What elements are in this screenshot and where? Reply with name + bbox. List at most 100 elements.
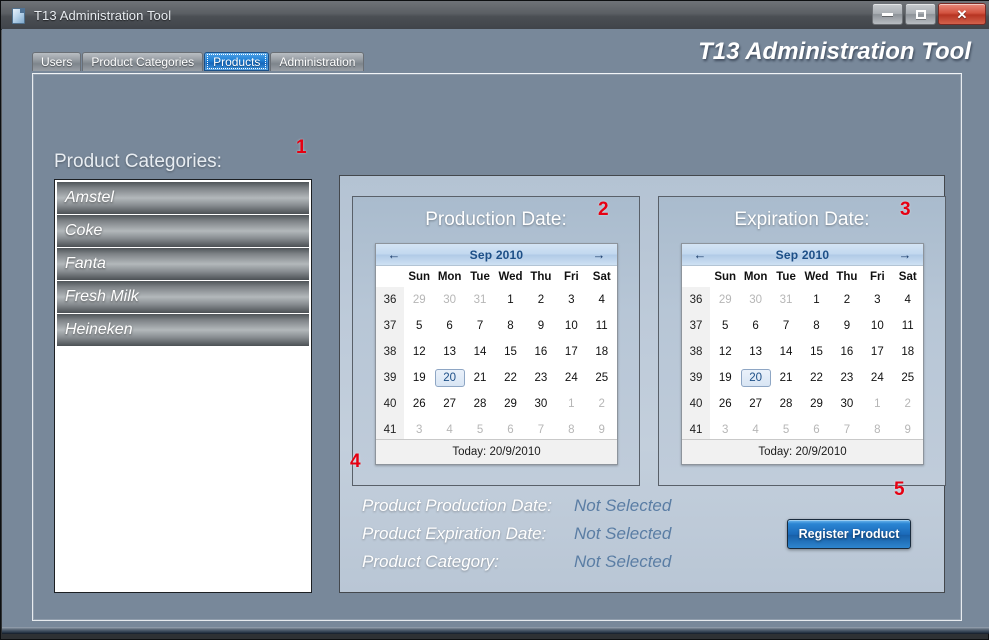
calendar-day[interactable]: 1 [801, 287, 831, 313]
calendar-day[interactable]: 30 [740, 287, 770, 313]
calendar-day-selected[interactable]: 20 [740, 365, 771, 391]
calendar-day[interactable]: 9 [526, 313, 556, 339]
calendar-day-number: 16 [840, 346, 854, 358]
calendar-day[interactable]: 22 [495, 365, 525, 391]
calendar-day[interactable]: 2 [893, 391, 923, 417]
calendar-day[interactable]: 5 [404, 313, 434, 339]
calendar-day[interactable]: 18 [587, 339, 617, 365]
calendar-day[interactable]: 30 [832, 391, 862, 417]
calendar-day[interactable]: 8 [495, 313, 525, 339]
calendar-day[interactable]: 1 [556, 391, 586, 417]
calendar-day[interactable]: 11 [587, 313, 617, 339]
calendar-day[interactable]: 28 [771, 391, 801, 417]
maximize-button[interactable] [905, 3, 936, 25]
calendar-day[interactable]: 21 [465, 365, 495, 391]
calendar-day[interactable]: 31 [465, 287, 495, 313]
calendar-day[interactable]: 27 [740, 391, 770, 417]
calendar-day[interactable]: 4 [893, 287, 923, 313]
calendar-day[interactable]: 1 [495, 287, 525, 313]
calendar-day-number: 28 [779, 398, 793, 410]
calendar-day[interactable]: 24 [556, 365, 586, 391]
calendar-day[interactable]: 11 [893, 313, 923, 339]
calendar-day[interactable]: 6 [434, 313, 464, 339]
next-month-arrow-icon[interactable]: → [897, 248, 913, 261]
calendar-day[interactable]: 16 [832, 339, 862, 365]
calendar-day[interactable]: 5 [710, 313, 740, 339]
calendar-day[interactable]: 2 [526, 287, 556, 313]
calendar-day[interactable]: 12 [404, 339, 434, 365]
calendar-day[interactable]: 31 [771, 287, 801, 313]
calendar-day[interactable]: 19 [710, 365, 740, 391]
calendar-day[interactable]: 29 [710, 287, 740, 313]
calendar-day[interactable]: 8 [801, 313, 831, 339]
calendar-day[interactable]: 3 [556, 287, 586, 313]
tab-users[interactable]: Users [32, 52, 82, 71]
prev-month-arrow-icon[interactable]: ← [386, 248, 402, 261]
tab-product-categories[interactable]: Product Categories [82, 52, 204, 71]
calendar-day[interactable]: 25 [587, 365, 617, 391]
calendar-day[interactable]: 29 [495, 391, 525, 417]
calendar-day-number: 27 [749, 398, 763, 410]
tab-products[interactable]: Products [204, 52, 270, 71]
calendar-day[interactable]: 10 [862, 313, 892, 339]
calendar-day[interactable]: 15 [495, 339, 525, 365]
prev-month-arrow-icon[interactable]: ← [692, 248, 708, 261]
calendar-day[interactable]: 3 [862, 287, 892, 313]
calendar-day[interactable]: 28 [465, 391, 495, 417]
expiration-date-calendar[interactable]: ← Sep 2010 → Sun Mon Tue Wed Thu Fri Sat 36 29 30 31 1… [681, 243, 924, 465]
list-item[interactable]: Heineken [57, 314, 309, 346]
next-month-arrow-icon[interactable]: → [591, 248, 607, 261]
calendar-day[interactable]: 26 [710, 391, 740, 417]
production-date-calendar[interactable]: ← Sep 2010 → Sun Mon Tue Wed Thu Fri Sat 36 29 30 31 1… [375, 243, 618, 465]
tab-administration[interactable]: Administration [270, 52, 365, 71]
calendar-day[interactable]: 9 [832, 313, 862, 339]
close-button[interactable]: ✕ [938, 3, 986, 25]
calendar-day[interactable]: 2 [832, 287, 862, 313]
calendar-day[interactable]: 27 [434, 391, 464, 417]
calendar-day[interactable]: 2 [587, 391, 617, 417]
calendar-today-footer[interactable]: Today: 20/9/2010 [376, 439, 617, 464]
calendar-day[interactable]: 24 [862, 365, 892, 391]
calendar-day[interactable]: 19 [404, 365, 434, 391]
calendar-day[interactable]: 17 [862, 339, 892, 365]
calendar-day-number: 14 [779, 346, 793, 358]
calendar-day[interactable]: 30 [526, 391, 556, 417]
calendar-day[interactable]: 18 [893, 339, 923, 365]
calendar-day[interactable]: 21 [771, 365, 801, 391]
calendar-day[interactable]: 7 [465, 313, 495, 339]
calendar-day[interactable]: 26 [404, 391, 434, 417]
title-bar[interactable]: T13 Administration Tool ✕ [1, 1, 989, 30]
calendar-day[interactable]: 30 [434, 287, 464, 313]
calendar-day[interactable]: 17 [556, 339, 586, 365]
calendar-day[interactable]: 10 [556, 313, 586, 339]
calendar-day[interactable]: 25 [893, 365, 923, 391]
calendar-day-number: 13 [443, 346, 457, 358]
calendar-day[interactable]: 1 [862, 391, 892, 417]
calendar-day[interactable]: 14 [771, 339, 801, 365]
calendar-day[interactable]: 15 [801, 339, 831, 365]
calendar-day[interactable]: 13 [434, 339, 464, 365]
calendar-day[interactable]: 29 [801, 391, 831, 417]
week-number: 37 [376, 313, 404, 339]
list-item[interactable]: Amstel [57, 182, 309, 214]
calendar-today-footer[interactable]: Today: 20/9/2010 [682, 439, 923, 464]
calendar-day[interactable]: 23 [832, 365, 862, 391]
calendar-day-selected[interactable]: 20 [434, 365, 465, 391]
calendar-day[interactable]: 22 [801, 365, 831, 391]
product-categories-listbox[interactable]: Amstel Coke Fanta Fresh Milk Heineken [54, 179, 312, 593]
calendar-day[interactable]: 13 [740, 339, 770, 365]
calendar-day[interactable]: 23 [526, 365, 556, 391]
calendar-day[interactable]: 4 [587, 287, 617, 313]
calendar-day[interactable]: 7 [771, 313, 801, 339]
calendar-day[interactable]: 16 [526, 339, 556, 365]
calendar-day[interactable]: 29 [404, 287, 434, 313]
calendar-day[interactable]: 6 [740, 313, 770, 339]
calendar-day[interactable]: 12 [710, 339, 740, 365]
calendar-day[interactable]: 14 [465, 339, 495, 365]
calendar-day-number: 6 [752, 320, 759, 332]
list-item[interactable]: Coke [57, 215, 309, 247]
register-product-button[interactable]: Register Product [787, 519, 911, 549]
minimize-button[interactable] [872, 3, 903, 25]
list-item[interactable]: Fanta [57, 248, 309, 280]
list-item[interactable]: Fresh Milk [57, 281, 309, 313]
